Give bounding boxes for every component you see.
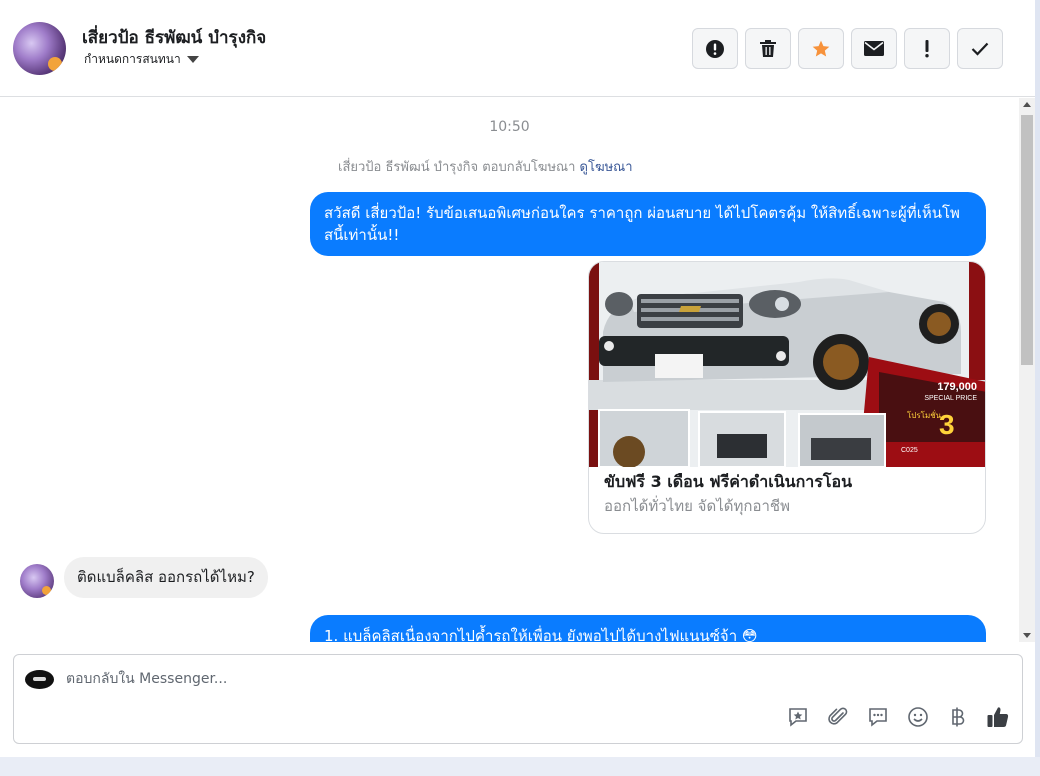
scroll-down-arrow-icon[interactable] <box>1023 633 1031 638</box>
conversation-toolbar <box>692 28 1003 69</box>
star-button[interactable] <box>798 28 844 69</box>
window-edge <box>1035 0 1040 757</box>
ad-image-promo-big: 3 <box>939 409 955 440</box>
contact-avatar[interactable] <box>13 22 66 75</box>
ad-card-subtitle: ออกได้ทั่วไทย จัดได้ทุกอาชีพ <box>604 497 790 515</box>
page-logo-icon <box>25 670 54 689</box>
pickup-truck-image: 179,000 SPECIAL PRICE โปรโมชั่น 3 C025 <box>589 262 985 467</box>
conversation-header: เสี่ยวป้อ ธีรพัฒน์ บำรุงกิจ กำหนดการสนทน… <box>0 0 1035 97</box>
scroll-up-arrow-icon[interactable] <box>1023 102 1031 107</box>
caret-down-icon <box>186 56 199 63</box>
ad-image-price: 179,000 <box>937 381 977 393</box>
avatar-badge <box>42 586 51 595</box>
label-dropdown-text: กำหนดการสนทนา <box>84 52 181 66</box>
ad-image-price-label: SPECIAL PRICE <box>924 395 977 402</box>
conversation-scrollbar[interactable] <box>1019 98 1035 642</box>
ad-image-code: C025 <box>901 447 918 454</box>
follow-up-button[interactable] <box>904 28 950 69</box>
alert-circle-icon <box>706 39 724 58</box>
conversation-label-dropdown[interactable]: กำหนดการสนทนา <box>84 50 199 69</box>
trash-icon <box>760 40 776 57</box>
ad-card[interactable]: 179,000 SPECIAL PRICE โปรโมชั่น 3 C025 ข… <box>588 261 986 534</box>
composer-tools <box>786 705 1010 729</box>
report-spam-button[interactable] <box>692 28 738 69</box>
ad-reply-notice: เสี่ยวป้อ ธีรพัฒน์ บำรุงกิจ ตอบกลับโฆษณา… <box>338 156 633 177</box>
scroll-thumb[interactable] <box>1021 115 1033 365</box>
mark-unread-button[interactable] <box>851 28 897 69</box>
ad-card-title: ขับฟรี 3 เดือน ฟรีค่าดำเนินการโอน <box>604 472 852 491</box>
outgoing-message: สวัสดี เสี่ยวป้อ! รับข้อเสนอพิเศษก่อนใคร… <box>310 192 986 256</box>
reply-input[interactable] <box>66 667 966 691</box>
baht-icon[interactable] <box>946 705 970 729</box>
incoming-message: ติดแบล็คลิส ออกรถได้ไหม? <box>64 557 268 598</box>
delete-button[interactable] <box>745 28 791 69</box>
view-ad-link[interactable]: ดูโฆษณา <box>580 160 633 175</box>
check-icon <box>971 42 989 56</box>
avatar-badge <box>48 57 62 71</box>
ad-card-image: 179,000 SPECIAL PRICE โปรโมชั่น 3 C025 <box>589 262 985 467</box>
outgoing-message: 1. แบล็คลิสเนื่องจากไปค้ำรถให้เพื่อน ยัง… <box>310 615 986 642</box>
star-icon <box>812 40 830 56</box>
attachment-icon[interactable] <box>826 705 850 729</box>
exclamation-icon <box>925 39 929 57</box>
ad-reply-text: เสี่ยวป้อ ธีรพัฒน์ บำรุงกิจ ตอบกลับโฆษณา <box>338 160 576 175</box>
inbox-conversation-panel: เสี่ยวป้อ ธีรพัฒน์ บำรุงกิจ กำหนดการสนทน… <box>0 0 1035 757</box>
contact-name[interactable]: เสี่ยวป้อ ธีรพัฒน์ บำรุงกิจ <box>82 24 266 51</box>
contact-avatar-small[interactable] <box>20 564 54 598</box>
emoji-icon[interactable] <box>906 705 930 729</box>
saved-reply-icon[interactable] <box>786 705 810 729</box>
reply-composer <box>13 654 1023 744</box>
mark-done-button[interactable] <box>957 28 1003 69</box>
message-thread: 10:50 เสี่ยวป้อ ธีรพัฒน์ บำรุงกิจ ตอบกลั… <box>0 98 1019 642</box>
thumbs-up-icon[interactable] <box>986 705 1010 729</box>
envelope-icon <box>864 41 884 56</box>
ad-image-promo: โปรโมชั่น <box>907 409 942 420</box>
message-timestamp: 10:50 <box>489 119 530 135</box>
chat-bubbles-icon[interactable] <box>866 705 890 729</box>
